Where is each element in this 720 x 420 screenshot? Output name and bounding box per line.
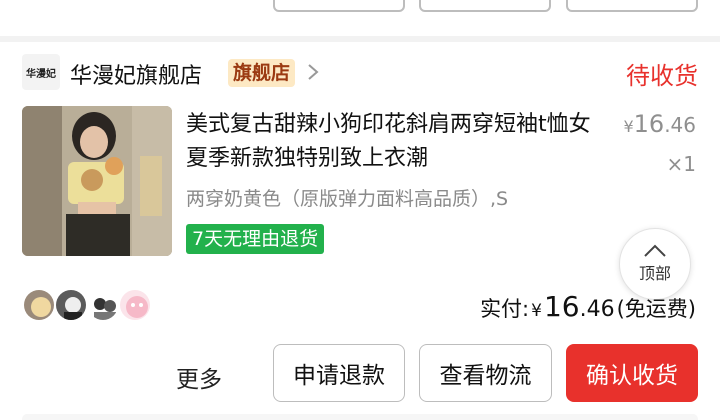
previous-order-button[interactable] (273, 0, 405, 12)
avatar (118, 288, 152, 322)
previous-order-button[interactable] (566, 0, 698, 12)
product-image[interactable] (22, 106, 172, 256)
chevron-up-icon (644, 244, 666, 257)
price-integer: 16 (633, 110, 665, 138)
shop-logo-text: 华漫妃 (26, 68, 56, 80)
price-decimal: .46 (664, 113, 696, 137)
product-title[interactable]: 美式复古甜辣小狗印花斜肩两穿短袖t恤女夏季新款独特别致上衣潮 (186, 108, 606, 176)
shop-logo[interactable]: 华漫妃 (22, 54, 60, 90)
product-photo (22, 106, 172, 256)
paid-currency: ¥ (531, 301, 542, 321)
return-policy-badge: 7天无理由退货 (186, 224, 325, 254)
previous-order-button[interactable] (419, 0, 551, 12)
back-to-top-label: 顶部 (638, 264, 671, 283)
view-logistics-button[interactable]: 查看物流 (419, 344, 552, 402)
chevron-right-icon[interactable] (306, 64, 320, 80)
paid-integer: 16 (543, 290, 580, 323)
price-currency: ¥ (623, 117, 634, 136)
avatar (22, 288, 56, 322)
order-card: 华漫妃 华漫妃旗舰店 旗舰店 待收货 美式复古甜辣小狗印花斜肩两穿短袖t恤女夏季… (0, 42, 720, 420)
product-price: ¥16.46 (623, 110, 696, 138)
shipping-note: (免运费) (616, 297, 696, 321)
shop-name[interactable]: 华漫妃旗舰店 (70, 58, 202, 90)
paid-amount: 实付: ¥ 16 .46 (免运费) (480, 290, 696, 323)
more-actions-link[interactable]: 更多 (176, 360, 222, 394)
product-quantity: ×1 (666, 152, 696, 176)
order-status: 待收货 (626, 62, 698, 90)
paid-decimal: .46 (579, 297, 615, 322)
request-refund-button[interactable]: 申请退款 (273, 344, 405, 402)
next-order-card (22, 414, 698, 420)
product-spec: 两穿奶黄色（原版弹力面料高品质）,S (186, 188, 509, 210)
paid-label: 实付: (480, 297, 530, 321)
avatar (54, 288, 88, 322)
confirm-receipt-button[interactable]: 确认收货 (566, 344, 698, 402)
previous-order-card (0, 0, 720, 36)
flagship-badge: 旗舰店 (228, 59, 296, 87)
avatar (86, 288, 120, 322)
